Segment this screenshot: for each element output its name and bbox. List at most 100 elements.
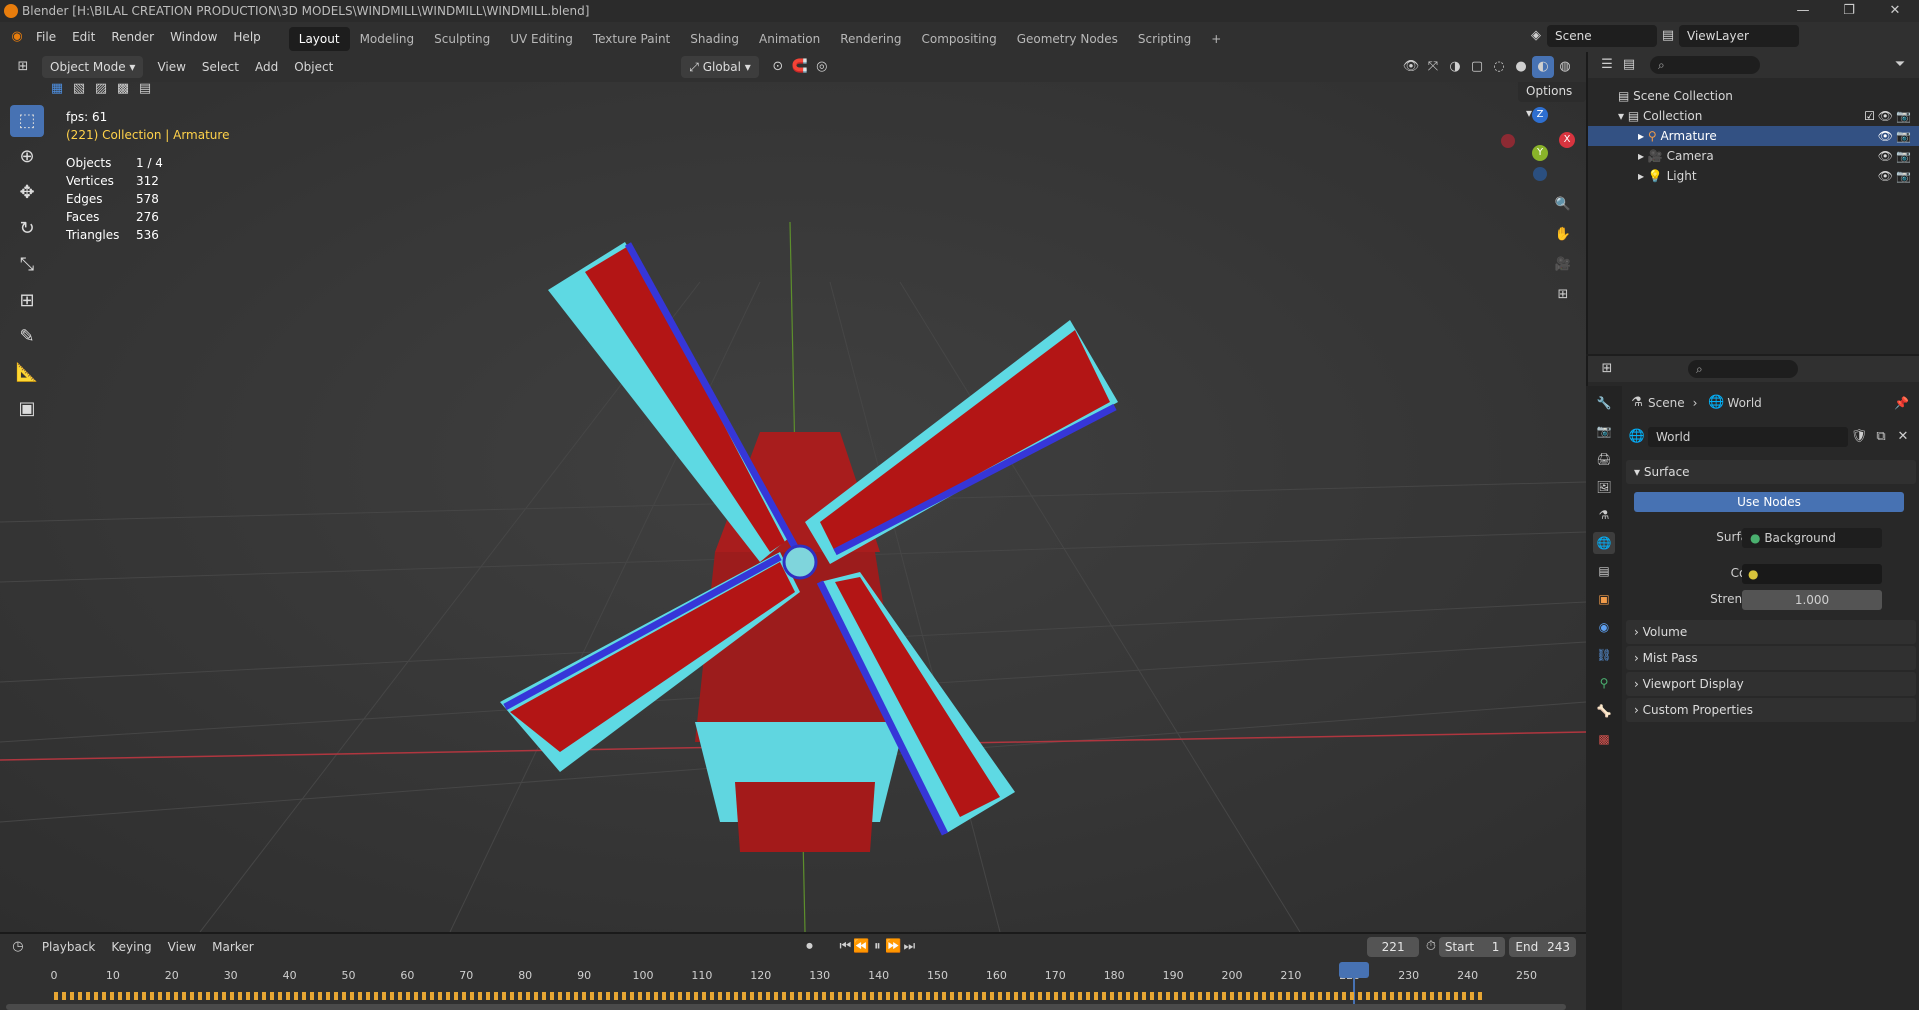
use-nodes-button[interactable]: Use Nodes [1634,492,1904,512]
light-visibility-icon[interactable]: 👁 [1878,166,1893,186]
camera-render-icon[interactable]: 📷 [1896,146,1911,166]
xray-icon[interactable]: ▢ [1466,56,1488,78]
properties-editor-icon[interactable]: ⊞ [1596,358,1618,380]
bone-tab-icon[interactable]: 🦴 [1593,700,1615,722]
duplicate-world-icon[interactable]: ⧉ [1870,426,1892,448]
light-render-icon[interactable]: 📷 [1896,166,1911,186]
filter-icon[interactable]: ⏷ [1889,54,1911,76]
collection-tab-icon[interactable]: ▤ [1593,560,1615,582]
outliner-search[interactable]: ⌕ [1650,56,1760,74]
rotate-tool-icon[interactable]: ↻ [10,213,44,245]
gizmo-toggle-icon[interactable]: ⤧ [1422,56,1444,78]
perspective-grid-icon[interactable]: ⊞ [1552,284,1574,306]
world-datablock-icon[interactable]: 🌐 [1626,426,1648,448]
outliner-editor-icon[interactable]: ☰ [1596,54,1618,76]
overlay-toggle-icon[interactable]: ◑ [1444,56,1466,78]
collection-checkbox-icon[interactable]: ☑ [1864,106,1875,126]
menu-edit[interactable]: Edit [64,22,103,52]
render-tab-icon[interactable]: 📷 [1593,420,1615,442]
viewport-menu-select[interactable]: Select [194,52,247,82]
x-axis-icon[interactable]: X [1559,132,1575,148]
data-tab-icon[interactable]: ⚲ [1593,672,1615,694]
transform-orientation[interactable]: ⤢ Global ▾ [681,56,759,78]
select-extend-icon[interactable]: ▧ [68,82,90,100]
y-axis-icon[interactable]: Y [1532,145,1548,161]
viewport-display-panel-header[interactable]: › Viewport Display [1626,672,1916,696]
scene-tab-icon[interactable]: ⚗ [1593,504,1615,526]
collection-render-icon[interactable]: 📷 [1896,106,1911,126]
minimize-button[interactable]: — [1780,0,1826,22]
view-layer-field[interactable]: ViewLayer [1679,25,1799,47]
blender-menu-icon[interactable]: ◉ [6,26,28,48]
viewport-menu-add[interactable]: Add [247,52,286,82]
tab-texture-paint[interactable]: Texture Paint [583,27,680,51]
menu-help[interactable]: Help [225,22,268,52]
cursor-tool-icon[interactable]: ⊕ [10,141,44,173]
strength-field[interactable]: 1.000 [1742,590,1882,610]
constraints-tab-icon[interactable]: ⛓ [1593,644,1615,666]
tab-compositing[interactable]: Compositing [911,27,1006,51]
custom-properties-panel-header[interactable]: › Custom Properties [1626,698,1916,722]
outliner-item-light[interactable]: ▸ 💡 Light 👁 📷 [1588,166,1919,186]
annotate-tool-icon[interactable]: ✎ [10,321,44,353]
snap-icon[interactable]: 🧲 [789,56,811,78]
maximize-button[interactable]: ❐ [1826,0,1872,22]
outliner-item-armature[interactable]: ▸ ⚲ Armature 👁 📷 [1588,126,1919,146]
measure-tool-icon[interactable]: 📐 [10,357,44,389]
tab-uv-editing[interactable]: UV Editing [500,27,583,51]
outliner-scene-collection[interactable]: ▤ Scene Collection [1588,86,1919,106]
add-cube-tool-icon[interactable]: ▣ [10,393,44,425]
pan-hand-icon[interactable]: ✋ [1552,224,1574,246]
mist-pass-panel-header[interactable]: › Mist Pass [1626,646,1916,670]
tab-shading[interactable]: Shading [680,27,749,51]
outliner-collection[interactable]: ▾ ▤ Collection ☑ 👁 📷 [1588,106,1919,126]
tab-sculpting[interactable]: Sculpting [424,27,500,51]
menu-window[interactable]: Window [162,22,225,52]
proportional-edit-icon[interactable]: ◎ [811,56,833,78]
tab-layout[interactable]: Layout [288,26,350,51]
volume-panel-header[interactable]: › Volume [1626,620,1916,644]
tab-animation[interactable]: Animation [749,27,830,51]
move-tool-icon[interactable]: ✥ [10,177,44,209]
surface-shader-field[interactable]: ● Background [1742,528,1882,548]
transform-tool-icon[interactable]: ⊞ [10,285,44,317]
viewport-menu-object[interactable]: Object [286,52,341,82]
mode-selector[interactable]: Object Mode ▾ [42,56,144,78]
scale-tool-icon[interactable]: ⤡ [10,249,44,281]
timeline-scrollbar[interactable] [6,1004,1566,1010]
rendered-shading-icon[interactable]: ◍ [1554,56,1576,78]
zoom-icon[interactable]: 🔍 [1552,194,1574,216]
unlink-world-icon[interactable]: ✕ [1892,426,1914,448]
output-tab-icon[interactable]: 🖨 [1593,448,1615,470]
view-layer-tab-icon[interactable]: 🖼 [1593,476,1615,498]
select-subtract-icon[interactable]: ▨ [90,82,112,100]
object-tab-icon[interactable]: ▣ [1593,588,1615,610]
scene-selector-icon[interactable]: ◈ [1525,25,1547,47]
select-invert-icon[interactable]: ▩ [112,82,134,100]
menu-render[interactable]: Render [103,22,162,52]
tab-scripting[interactable]: Scripting [1128,27,1201,51]
tab-modeling[interactable]: Modeling [350,27,425,51]
solid-shading-icon[interactable]: ● [1510,56,1532,78]
armature-visibility-icon[interactable]: 👁 [1878,126,1893,146]
visibility-icon[interactable]: 👁 [1400,56,1422,78]
viewport-menu-view[interactable]: View [149,52,193,82]
keyframe-strip[interactable] [54,992,1486,1000]
neg-z-axis-icon[interactable] [1533,167,1547,181]
camera-view-icon[interactable]: 🎥 [1552,254,1574,276]
neg-x-axis-icon[interactable] [1501,134,1515,148]
select-intersect-icon[interactable]: ▤ [134,82,156,100]
select-box-tool-icon[interactable]: ⬚ [10,105,44,137]
world-tab-icon[interactable]: 🌐 [1593,532,1615,554]
fake-user-icon[interactable]: 🛡 [1848,426,1870,448]
pin-icon[interactable]: 📌 [1894,396,1909,410]
navigation-gizmo[interactable]: Z X Y [1495,107,1585,197]
3d-viewport[interactable]: ⬚ ⊕ ✥ ↻ ⤡ ⊞ ✎ 📐 ▣ ▦ ▧ ▨ ▩ ▤ fps: 61 (221… [0,82,1586,932]
tool-tab-icon[interactable]: 🔧 [1593,392,1615,414]
select-new-icon[interactable]: ▦ [46,82,68,100]
properties-search[interactable]: ⌕ [1688,360,1798,378]
texture-tab-icon[interactable]: ▩ [1593,728,1615,750]
material-shading-icon[interactable]: ◐ [1532,56,1554,78]
color-field[interactable]: ● [1742,564,1882,584]
z-axis-icon[interactable]: Z [1532,107,1548,123]
